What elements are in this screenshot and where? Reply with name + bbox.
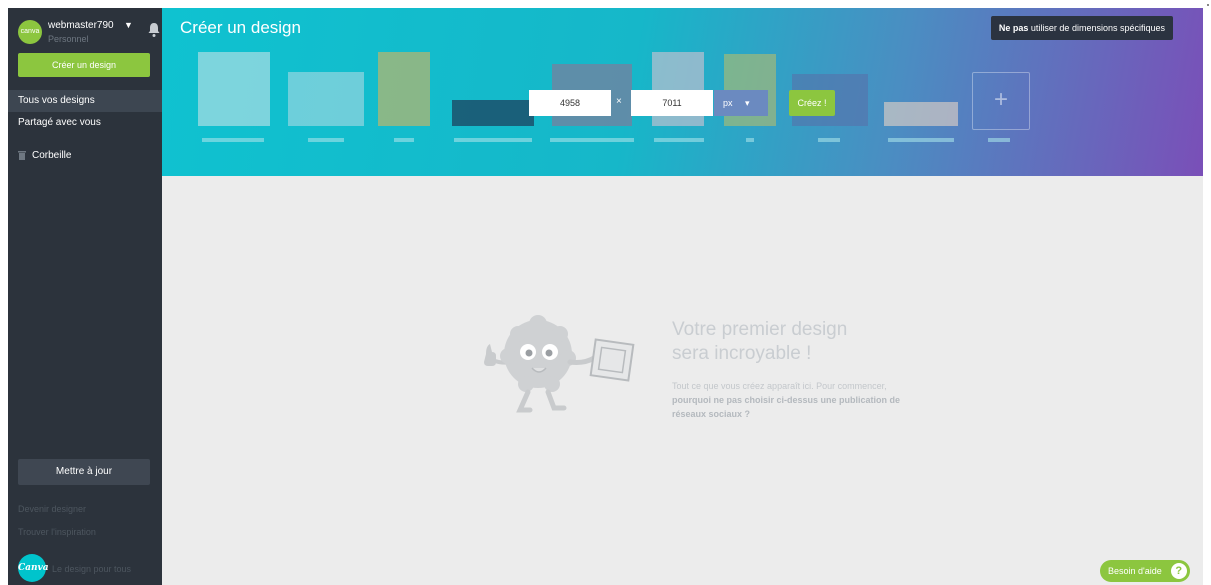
empty-state-desc-text: Tout ce que vous créez apparaît ici. Pou… <box>672 381 887 391</box>
design-type-label <box>746 138 754 142</box>
become-designer-link[interactable]: Devenir designer <box>18 504 86 514</box>
no-custom-dimensions-bold: Ne pas <box>998 23 1029 33</box>
design-type-thumbnail[interactable] <box>378 52 430 126</box>
page-title: Créer un design <box>180 18 301 37</box>
no-custom-dimensions-button[interactable]: Ne pas utiliser de dimensions spécifique… <box>990 16 1173 40</box>
unit-value: px <box>723 98 733 108</box>
empty-state-title-line2: sera incroyable ! <box>672 343 812 364</box>
find-inspiration-link[interactable]: Trouver l'inspiration <box>18 527 96 537</box>
mascot-illustration <box>484 315 635 413</box>
design-type-thumbnail[interactable] <box>288 72 364 126</box>
help-button[interactable]: Besoin d'aide ? <box>1100 560 1190 582</box>
width-input[interactable] <box>529 90 611 116</box>
design-type-label <box>202 138 264 142</box>
design-type-label <box>818 138 840 142</box>
create-design-button[interactable]: Créer un design <box>18 53 150 77</box>
designs-area: Votre premier design sera incroyable ! T… <box>162 176 1203 585</box>
design-type-label <box>550 138 634 142</box>
design-type-label <box>888 138 954 142</box>
upgrade-button[interactable]: Mettre à jour <box>18 459 150 485</box>
create-custom-button[interactable]: Créez ! <box>789 90 835 116</box>
unit-select[interactable]: px ▾ <box>714 90 768 116</box>
design-type-label <box>454 138 532 142</box>
chevron-down-icon: ▾ <box>745 98 750 108</box>
bell-icon[interactable] <box>146 22 162 38</box>
account-type: Personnel <box>48 34 89 44</box>
empty-state-desc-bold[interactable]: pourquoi ne pas choisir ci-dessus une pu… <box>672 395 900 419</box>
empty-state-description: Tout ce que vous créez apparaît ici. Pou… <box>672 379 922 421</box>
design-type-thumbnail[interactable] <box>452 100 534 126</box>
nav-shared-with-you[interactable]: Partagé avec vous <box>18 117 101 128</box>
nav-trash[interactable]: Corbeille <box>32 150 71 161</box>
design-type-thumbnail[interactable] <box>198 52 270 126</box>
trash-icon <box>18 151 26 160</box>
design-type-label <box>654 138 704 142</box>
dimension-separator: × <box>616 96 622 107</box>
chevron-down-icon[interactable]: ▼ <box>124 20 133 30</box>
empty-state-title: Votre premier design sera incroyable ! <box>672 318 932 366</box>
empty-state-title-line1: Votre premier design <box>672 319 848 340</box>
no-custom-dimensions-text: utiliser de dimensions spécifiques <box>1028 23 1165 33</box>
help-label: Besoin d'aide <box>1108 566 1162 576</box>
create-design-banner: Créer un design Ne pas utiliser de dimen… <box>162 8 1203 176</box>
design-type-label <box>308 138 344 142</box>
height-input[interactable] <box>631 90 713 116</box>
canva-logo: Canva <box>18 554 49 582</box>
design-type-label <box>394 138 414 142</box>
tagline: Le design pour tous <box>52 564 132 574</box>
design-type-thumbnail[interactable] <box>884 102 958 126</box>
question-icon: ? <box>1170 563 1187 579</box>
custom-size-plus-icon[interactable]: + <box>972 72 1030 130</box>
avatar: canva <box>18 20 42 44</box>
user-menu[interactable]: canva webmaster790 ▼ Personnel <box>18 18 160 48</box>
username: webmaster790 <box>48 20 114 31</box>
design-type-label <box>988 138 1010 142</box>
nav-all-designs[interactable]: Tous vos designs <box>18 95 95 106</box>
window-dot <box>1207 4 1209 6</box>
sidebar: canva webmaster790 ▼ Personnel Créer un … <box>8 8 170 585</box>
